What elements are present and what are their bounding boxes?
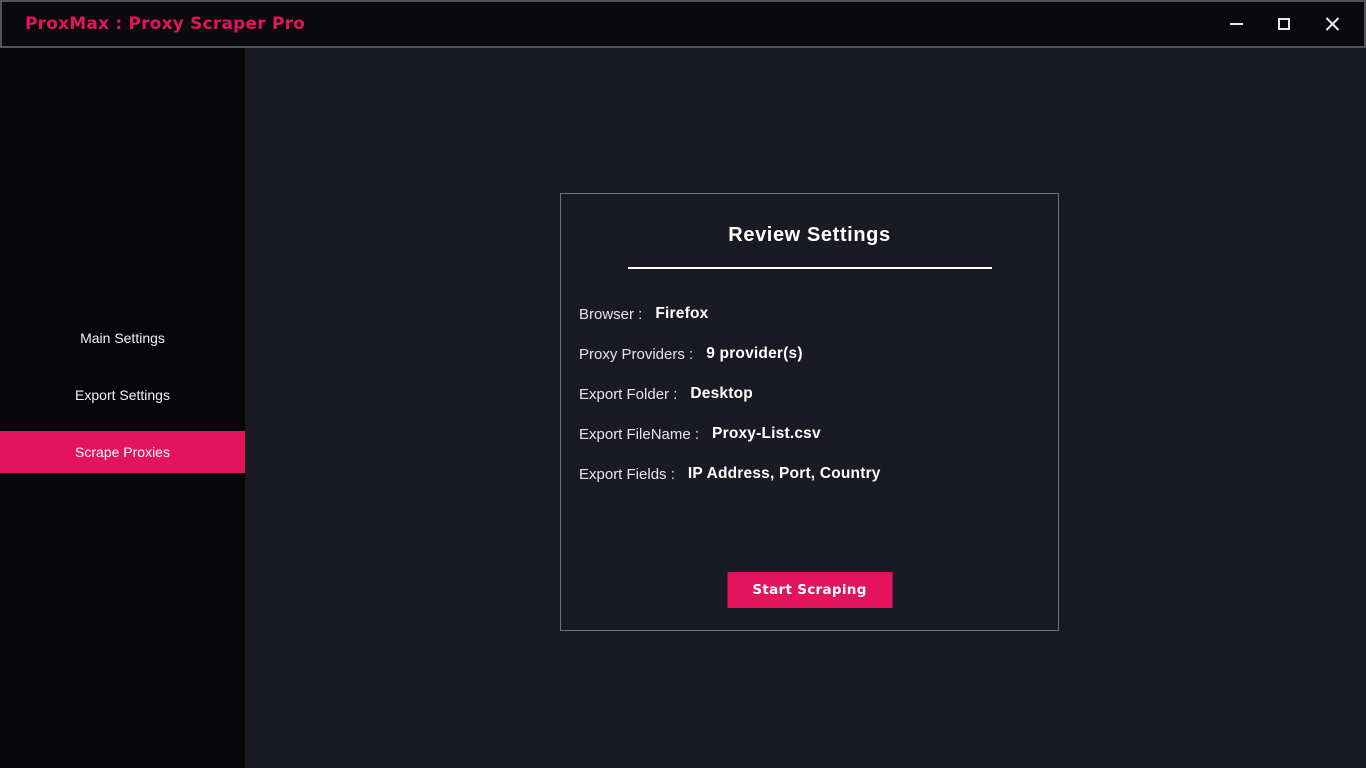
window-controls [1212, 2, 1364, 46]
close-button[interactable] [1308, 2, 1356, 46]
app-title: ProxMax : Proxy Scraper Pro [25, 14, 306, 34]
field-row-export-filename: Export FileName : Proxy-List.csv [579, 414, 1058, 454]
sidebar-item-main-settings[interactable]: Main Settings [0, 317, 245, 359]
field-label: Export FileName : [579, 425, 700, 443]
review-settings-card: Review Settings Browser : Firefox Proxy … [560, 193, 1059, 631]
sidebar-item-scrape-proxies[interactable]: Scrape Proxies [0, 431, 245, 473]
field-row-proxy-providers: Proxy Providers : 9 provider(s) [579, 334, 1058, 374]
field-value: Proxy-List.csv [712, 425, 821, 442]
title-divider [627, 267, 992, 269]
sidebar-item-label: Scrape Proxies [75, 444, 170, 460]
field-value: Desktop [690, 385, 753, 402]
sidebar-item-label: Main Settings [80, 330, 165, 346]
sidebar-item-label: Export Settings [75, 387, 170, 403]
field-value: IP Address, Port, Country [687, 465, 881, 482]
minimize-button[interactable] [1212, 2, 1260, 46]
field-label: Browser : [579, 305, 643, 323]
app-body: Main Settings Export Settings Scrape Pro… [0, 48, 1366, 768]
settings-summary: Browser : Firefox Proxy Providers : 9 pr… [579, 294, 1058, 494]
sidebar-item-export-settings[interactable]: Export Settings [0, 374, 245, 416]
card-title: Review Settings [728, 224, 891, 246]
close-icon [1325, 17, 1340, 32]
field-label: Export Folder : [579, 385, 678, 403]
maximize-icon [1278, 18, 1290, 30]
field-row-export-fields: Export Fields : IP Address, Port, Countr… [579, 454, 1058, 494]
field-value: Firefox [655, 305, 709, 322]
field-value: 9 provider(s) [706, 345, 803, 362]
maximize-button[interactable] [1260, 2, 1308, 46]
main-area: Review Settings Browser : Firefox Proxy … [245, 48, 1366, 768]
minimize-icon [1229, 23, 1243, 25]
field-row-export-folder: Export Folder : Desktop [579, 374, 1058, 414]
titlebar: ProxMax : Proxy Scraper Pro [0, 0, 1366, 48]
field-label: Export Fields : [579, 465, 675, 483]
start-scraping-button[interactable]: Start Scraping [727, 572, 892, 608]
field-label: Proxy Providers : [579, 345, 694, 363]
sidebar: Main Settings Export Settings Scrape Pro… [0, 48, 245, 768]
field-row-browser: Browser : Firefox [579, 294, 1058, 334]
